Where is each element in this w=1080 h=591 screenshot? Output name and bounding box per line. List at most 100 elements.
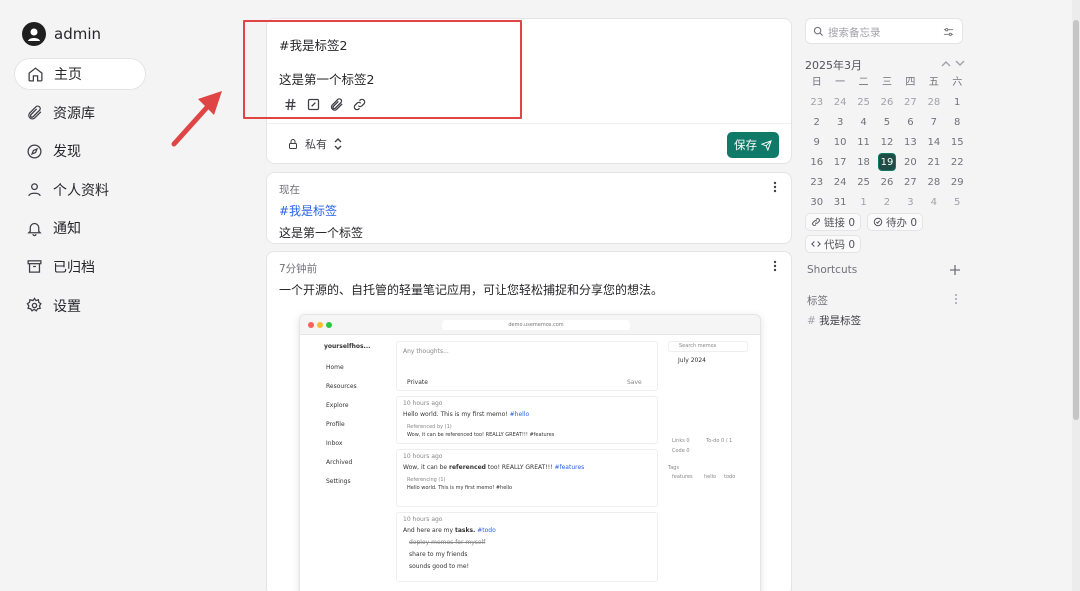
- nav-label: 个人资料: [53, 180, 109, 200]
- calendar-day[interactable]: 11: [852, 133, 875, 153]
- search-input[interactable]: 搜索备忘录: [805, 18, 963, 44]
- calendar-day[interactable]: 1: [852, 193, 875, 213]
- avatar: [22, 22, 46, 46]
- links-stat-label: 链接 0: [824, 215, 855, 230]
- calendar-day[interactable]: 3: [899, 193, 922, 213]
- calendar-day[interactable]: 29: [946, 173, 969, 193]
- calendar-day[interactable]: 12: [875, 133, 898, 153]
- nav-notifications[interactable]: 通知: [14, 212, 146, 244]
- calendar-day[interactable]: 17: [828, 153, 851, 173]
- close-dot: [308, 322, 314, 328]
- calendar-day[interactable]: 14: [922, 133, 945, 153]
- calendar-day[interactable]: 10: [828, 133, 851, 153]
- mini-save: Save: [627, 379, 642, 386]
- weekday: 二: [852, 73, 875, 93]
- calendar-day[interactable]: 26: [875, 173, 898, 193]
- calendar-week: 30 31 1 2 3 4 5: [805, 193, 969, 213]
- calendar-day[interactable]: 15: [946, 133, 969, 153]
- calendar-week: 9 10 11 12 13 14 15: [805, 133, 969, 153]
- calendar-day[interactable]: 3: [828, 113, 851, 133]
- weekday: 五: [922, 73, 945, 93]
- plus-icon[interactable]: [950, 265, 960, 275]
- calendar-day[interactable]: 2: [805, 113, 828, 133]
- calendar-day[interactable]: 9: [805, 133, 828, 153]
- calendar-day[interactable]: 27: [899, 93, 922, 113]
- weekday: 一: [828, 73, 851, 93]
- calendar-day[interactable]: 5: [946, 193, 969, 213]
- calendar-day[interactable]: 7: [922, 113, 945, 133]
- calendar-day[interactable]: 21: [922, 153, 945, 173]
- nav-label: 资源库: [53, 103, 95, 123]
- mini-stat: Links 0: [672, 438, 690, 444]
- nav-label: 发现: [53, 141, 81, 161]
- mini-nav-profile: Profile: [326, 421, 345, 428]
- calendar-day[interactable]: 28: [922, 173, 945, 193]
- calendar-day[interactable]: 16: [805, 153, 828, 173]
- more-icon[interactable]: [773, 260, 777, 272]
- memo-time: 现在: [279, 182, 300, 197]
- calendar-day[interactable]: 27: [899, 173, 922, 193]
- nav-settings[interactable]: 设置: [14, 290, 146, 322]
- mini-nav-archived: Archived: [326, 459, 352, 466]
- calendar-day[interactable]: 24: [828, 173, 851, 193]
- calendar-day[interactable]: 2: [875, 193, 898, 213]
- nav-home[interactable]: 主页: [14, 58, 146, 90]
- visibility-selector[interactable]: 私有: [287, 136, 343, 152]
- calendar-day[interactable]: 8: [946, 113, 969, 133]
- code-stat[interactable]: 代码 0: [805, 235, 861, 253]
- calendar-day[interactable]: 1: [946, 93, 969, 113]
- calendar-day[interactable]: 26: [875, 93, 898, 113]
- paperclip-icon: [26, 104, 43, 121]
- calendar-day[interactable]: 23: [805, 173, 828, 193]
- nav-archived[interactable]: 已归档: [14, 251, 146, 283]
- mini-text-bold: referenced: [449, 464, 486, 471]
- calendar-day[interactable]: 6: [899, 113, 922, 133]
- mini-memo: 10 hours ago Wow, it can be referenced t…: [396, 449, 658, 507]
- nav-explore[interactable]: 发现: [14, 135, 146, 167]
- mini-tag: hello: [704, 474, 716, 480]
- calendar-day[interactable]: 31: [828, 193, 851, 213]
- mini-time: 10 hours ago: [403, 516, 442, 523]
- shortcuts-title: Shortcuts: [807, 264, 857, 276]
- calendar-day[interactable]: 25: [852, 93, 875, 113]
- calendar-day[interactable]: 5: [875, 113, 898, 133]
- calendar-day[interactable]: 25: [852, 173, 875, 193]
- calendar-day[interactable]: 24: [828, 93, 851, 113]
- nav-resources[interactable]: 资源库: [14, 97, 146, 129]
- calendar-day[interactable]: 20: [899, 153, 922, 173]
- filter-icon[interactable]: [943, 27, 954, 37]
- tag-item[interactable]: # 我是标签: [807, 313, 861, 328]
- archive-icon: [26, 258, 43, 275]
- scrollbar[interactable]: [1072, 0, 1080, 591]
- scrollbar-thumb[interactable]: [1073, 20, 1079, 420]
- calendar-day[interactable]: 4: [852, 113, 875, 133]
- editor-footer: 私有 保存: [267, 123, 791, 165]
- mini-task: sounds good to me!: [409, 563, 469, 570]
- chevron-up-icon[interactable]: [941, 60, 951, 67]
- calendar-day[interactable]: 23: [805, 93, 828, 113]
- more-icon[interactable]: [773, 181, 777, 193]
- user-icon: [26, 181, 43, 198]
- todo-stat[interactable]: 待办 0: [867, 213, 923, 231]
- calendar-day[interactable]: 30: [805, 193, 828, 213]
- memo-tag[interactable]: #我是标签: [279, 202, 337, 219]
- code-stat-label: 代码 0: [824, 237, 855, 252]
- mini-tags-title: Tags: [668, 465, 679, 471]
- calendar-day[interactable]: 13: [899, 133, 922, 153]
- mini-memo: 10 hours ago Hello world. This is my fir…: [396, 396, 658, 444]
- calendar-day-today[interactable]: 19: [875, 153, 898, 173]
- calendar-day[interactable]: 22: [946, 153, 969, 173]
- nav-label: 主页: [54, 64, 82, 84]
- save-button[interactable]: 保存: [727, 132, 779, 158]
- user-menu[interactable]: admin: [14, 18, 146, 50]
- mini-stat: To-do 0 / 1: [706, 438, 732, 444]
- more-icon[interactable]: [954, 293, 958, 305]
- nav-label: 通知: [53, 218, 81, 238]
- link-icon: [811, 217, 821, 227]
- calendar-day[interactable]: 28: [922, 93, 945, 113]
- chevron-down-icon[interactable]: [955, 60, 965, 67]
- calendar-day[interactable]: 4: [922, 193, 945, 213]
- nav-profile[interactable]: 个人资料: [14, 174, 146, 206]
- calendar-day[interactable]: 18: [852, 153, 875, 173]
- links-stat[interactable]: 链接 0: [805, 213, 861, 231]
